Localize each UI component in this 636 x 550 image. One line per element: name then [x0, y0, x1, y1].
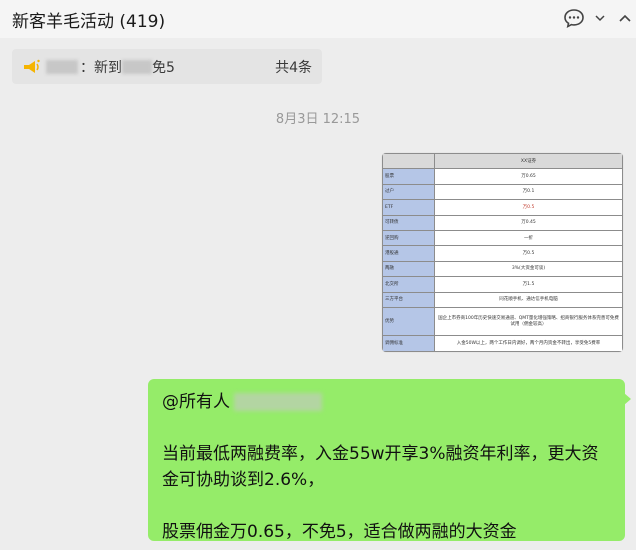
redacted-sender [46, 59, 78, 74]
fee-table-value-cell: 万0.65 [434, 168, 623, 185]
mention-all: @所有人 [162, 389, 611, 415]
fee-table-label-cell: 优势 [382, 307, 435, 337]
chevron-up-icon[interactable] [614, 6, 636, 30]
fee-table-row: 股票 万0.65 [382, 168, 623, 185]
group-notice-bar[interactable]: ：新到 免5 共4条 [12, 49, 322, 84]
fee-table-row: 北交所 万1.5 [382, 276, 623, 293]
fee-table-value-cell: 万0.45 [434, 214, 623, 232]
fee-table-label-cell: 股票 [382, 168, 435, 185]
fee-table-label-cell: 过户 [382, 183, 435, 201]
fee-table-value-cell: 一折 [434, 230, 623, 247]
fee-table-label-cell: ETF [382, 199, 435, 216]
fee-table-row: 逆回购 一折 [382, 230, 623, 247]
notice-count[interactable]: 共4条 [275, 57, 312, 77]
megaphone-icon [22, 57, 42, 77]
fee-table-value-cell: 万0.5 [434, 245, 623, 262]
fee-table-value-cell: 入金50W以上，两个工作日内调好，两个月内资金不转出，享受免5费率 [434, 335, 623, 352]
chat-bubble-icon[interactable] [562, 6, 586, 30]
fee-table-row: 过户 万0.1 [382, 183, 623, 201]
text-message-bubble[interactable]: @所有人 当前最低两融费率，入金55w开享3%融资年利率，更大资金可协助谈到2.… [148, 379, 631, 542]
fee-table-label-cell: 逆回购 [382, 230, 435, 247]
message-line-2: 股票佣金万0.65，不免5，适合做两融的大资金 [162, 522, 517, 542]
fee-table-value-cell: 万1.5 [434, 276, 623, 293]
fee-table-label-cell: 调佣标准 [382, 335, 435, 352]
fee-table-header: XX证券 [382, 153, 623, 170]
fee-table-value-cell: 同花顺手机、通达信手机电脑 [434, 291, 623, 309]
fee-table-row: 三方平台 同花顺手机、通达信手机电脑 [382, 291, 623, 309]
fee-table-row: ETF 万0.5 [382, 199, 623, 216]
fee-table-row: 港股通 万0.5 [382, 245, 623, 262]
fee-table-row: 优势 国企上市券商100年历史快速交易通道、QMT量化增强策略、招商银行服务体系完… [382, 307, 623, 337]
chat-title[interactable]: 新客羊毛活动 (419) [12, 7, 165, 32]
fee-table-row: 两融 3%(大资金可谈) [382, 260, 623, 278]
fee-table-value-cell: 3%(大资金可谈) [434, 260, 623, 278]
fee-table-label-cell: 三方平台 [382, 291, 435, 309]
fee-table-value-cell: 万0.1 [434, 183, 623, 201]
notice-text: ：新到 免5 [80, 59, 175, 76]
mention-text: @所有人 [162, 392, 230, 412]
header-icons [562, 6, 636, 30]
redacted-name [122, 59, 152, 74]
redacted-mention [234, 393, 322, 411]
fee-table-value-cell: 万0.5 [434, 199, 623, 216]
chevron-down-icon[interactable] [592, 6, 608, 30]
fee-table-label-cell: 两融 [382, 260, 435, 278]
chat-header: 新客羊毛活动 (419) [0, 0, 636, 38]
fee-table-value-cell: 国企上市券商100年历史快速交易通道、QMT量化增强策略、招商银行服务体系完善可… [434, 307, 623, 337]
fee-table-header-cell [382, 153, 435, 170]
image-message-fee-table[interactable]: XX证券 股票 万0.65 过户 万0.1 ETF 万0.5 可转债 万0.45 逆回购 一折 港股通… [382, 153, 623, 352]
fee-table-label-cell: 港股通 [382, 245, 435, 262]
bubble-tail [624, 393, 631, 405]
fee-table-label-cell: 北交所 [382, 276, 435, 293]
fee-table: XX证券 股票 万0.65 过户 万0.1 ETF 万0.5 可转债 万0.45 逆回购 一折 港股通… [382, 153, 623, 352]
message-line-1: 当前最低两融费率，入金55w开享3%融资年利率，更大资金可协助谈到2.6%， [162, 444, 599, 490]
fee-table-row: 调佣标准 入金50W以上，两个工作日内调好，两个月内资金不转出，享受免5费率 [382, 335, 623, 352]
message-timestamp: 8月3日 12:15 [275, 112, 361, 127]
fee-table-label-cell: 可转债 [382, 214, 435, 232]
fee-table-header-cell: XX证券 [434, 153, 623, 170]
fee-table-row: 可转债 万0.45 [382, 214, 623, 232]
